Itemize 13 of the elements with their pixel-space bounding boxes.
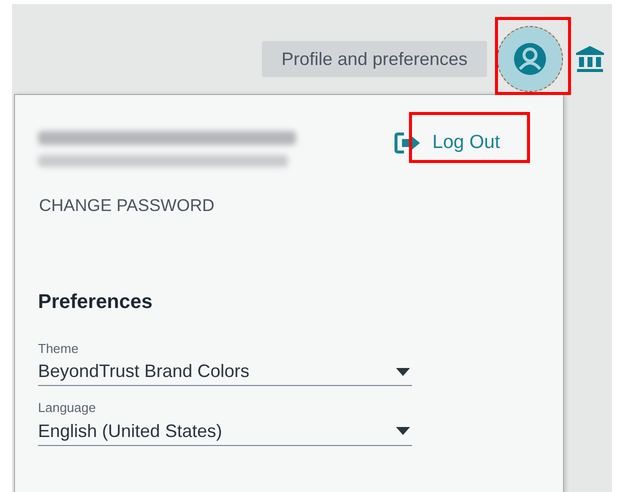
dropdown[interactable]: English (United States) [38,418,412,446]
logout-icon [394,132,422,154]
tooltip: Profile and preferences [262,41,487,77]
caret-icon [396,368,410,376]
bank-icon[interactable] [575,45,605,73]
logout-button[interactable]: Log Out [394,127,500,159]
caret-icon [396,427,410,435]
dropdown[interactable]: BeyondTrust Brand Colors [38,358,412,386]
field-label: Language [38,399,97,417]
change-password-link[interactable]: CHANGE PASSWORD [39,193,214,218]
section-title: Preferences [38,290,154,314]
field-label: Theme [38,340,80,358]
user-icon [513,42,547,76]
